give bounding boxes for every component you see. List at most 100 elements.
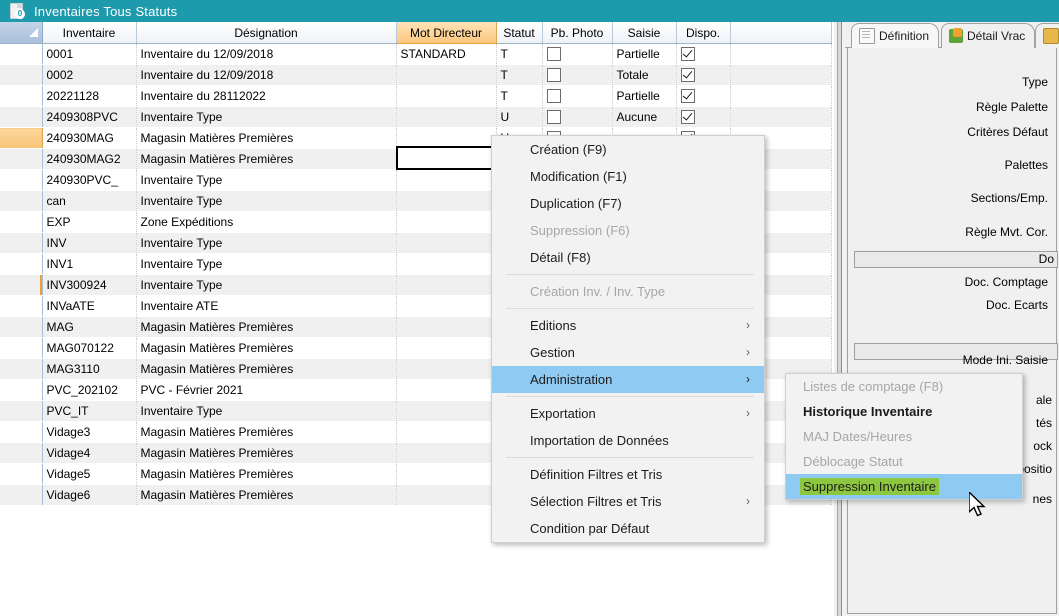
cell-designation[interactable]: Zone Expéditions: [136, 212, 396, 233]
cell-inventaire[interactable]: Vidage4: [42, 443, 136, 464]
cell-mot-directeur[interactable]: [396, 464, 496, 485]
cell-mot-directeur[interactable]: [396, 65, 496, 86]
row-selector[interactable]: [0, 380, 42, 401]
cell-filler[interactable]: [730, 65, 831, 86]
row-selector[interactable]: [0, 212, 42, 233]
cell-inventaire[interactable]: Vidage6: [42, 485, 136, 506]
menu-item-d-tail-f8[interactable]: Détail (F8): [492, 244, 764, 271]
row-selector[interactable]: [0, 128, 42, 149]
cell-mot-directeur[interactable]: [396, 191, 496, 212]
cell-designation[interactable]: Inventaire Type: [136, 107, 396, 128]
menu-item-s-lection-filtres-et-tris[interactable]: Sélection Filtres et Tris›: [492, 488, 764, 515]
cell-designation[interactable]: Inventaire du 28112022: [136, 86, 396, 107]
table-row[interactable]: 20221128Inventaire du 28112022TPartielle: [0, 86, 831, 107]
row-selector[interactable]: [0, 443, 42, 464]
tab-third[interactable]: [1035, 23, 1059, 48]
cell-mot-directeur[interactable]: [396, 86, 496, 107]
row-selector[interactable]: [0, 338, 42, 359]
row-selector[interactable]: [0, 485, 42, 506]
column-header-saisie[interactable]: Saisie: [612, 22, 676, 44]
checkbox-dispo[interactable]: [681, 68, 695, 82]
cell-inventaire[interactable]: 240930MAG: [42, 128, 136, 149]
mot-directeur-edit-input[interactable]: [396, 146, 500, 170]
menu-item-condition-par-d-faut[interactable]: Condition par Défaut: [492, 515, 764, 542]
cell-designation[interactable]: Inventaire Type: [136, 275, 396, 296]
cell-designation[interactable]: Magasin Matières Premières: [136, 464, 396, 485]
checkbox-dispo[interactable]: [681, 47, 695, 61]
cell-inventaire[interactable]: MAG: [42, 317, 136, 338]
cell-pb-photo[interactable]: [542, 107, 612, 128]
cell-dispo[interactable]: [676, 44, 730, 65]
menu-item-modification-f1[interactable]: Modification (F1): [492, 163, 764, 190]
cell-filler[interactable]: [730, 86, 831, 107]
row-selector[interactable]: [0, 170, 42, 191]
cell-inventaire[interactable]: 0001: [42, 44, 136, 65]
cell-saisie[interactable]: Aucune: [612, 107, 676, 128]
cell-designation[interactable]: Magasin Matières Premières: [136, 422, 396, 443]
cell-saisie[interactable]: Totale: [612, 65, 676, 86]
cell-pb-photo[interactable]: [542, 44, 612, 65]
table-row[interactable]: 0001Inventaire du 12/09/2018STANDARDTPar…: [0, 44, 831, 65]
cell-inventaire[interactable]: INV1: [42, 254, 136, 275]
cell-statut[interactable]: T: [496, 65, 542, 86]
cell-inventaire[interactable]: 0002: [42, 65, 136, 86]
cell-mot-directeur[interactable]: [396, 212, 496, 233]
cell-mot-directeur[interactable]: [396, 443, 496, 464]
row-selector[interactable]: [0, 359, 42, 380]
cell-dispo[interactable]: [676, 65, 730, 86]
cell-designation[interactable]: Magasin Matières Premières: [136, 338, 396, 359]
column-header-mot-directeur[interactable]: Mot Directeur: [396, 22, 496, 44]
row-selector[interactable]: [0, 401, 42, 422]
cell-statut[interactable]: U: [496, 107, 542, 128]
row-selector[interactable]: [0, 317, 42, 338]
cell-designation[interactable]: Magasin Matières Premières: [136, 317, 396, 338]
column-header-d-signation[interactable]: Désignation: [136, 22, 396, 44]
cell-filler[interactable]: [730, 44, 831, 65]
cell-dispo[interactable]: [676, 86, 730, 107]
pane-splitter[interactable]: [833, 22, 845, 616]
row-selector[interactable]: [0, 86, 42, 107]
row-selector[interactable]: [0, 275, 42, 296]
cell-designation[interactable]: Inventaire Type: [136, 254, 396, 275]
tab-detail-vrac[interactable]: Détail Vrac: [941, 23, 1035, 48]
cell-inventaire[interactable]: Vidage5: [42, 464, 136, 485]
cell-inventaire[interactable]: INVaATE: [42, 296, 136, 317]
checkbox-dispo[interactable]: [681, 110, 695, 124]
context-menu[interactable]: Création (F9)Modification (F1)Duplicatio…: [491, 135, 765, 543]
administration-submenu[interactable]: Listes de comptage (F8)Historique Invent…: [785, 373, 1023, 500]
cell-inventaire[interactable]: MAG3110: [42, 359, 136, 380]
cell-statut[interactable]: T: [496, 44, 542, 65]
menu-item-editions[interactable]: Editions›: [492, 312, 764, 339]
menu-item-cr-ation-f9[interactable]: Création (F9): [492, 136, 764, 163]
row-selector[interactable]: [0, 422, 42, 443]
cell-designation[interactable]: Inventaire Type: [136, 233, 396, 254]
cell-inventaire[interactable]: 240930MAG2: [42, 149, 136, 170]
cell-inventaire[interactable]: 20221128: [42, 86, 136, 107]
row-selector[interactable]: [0, 464, 42, 485]
cell-mot-directeur[interactable]: [396, 401, 496, 422]
cell-inventaire[interactable]: INV: [42, 233, 136, 254]
cell-mot-directeur[interactable]: [396, 254, 496, 275]
cell-designation[interactable]: Inventaire du 12/09/2018: [136, 44, 396, 65]
cell-dispo[interactable]: [676, 107, 730, 128]
cell-inventaire[interactable]: EXP: [42, 212, 136, 233]
cell-designation[interactable]: Inventaire ATE: [136, 296, 396, 317]
cell-designation[interactable]: PVC - Février 2021: [136, 380, 396, 401]
cell-statut[interactable]: T: [496, 86, 542, 107]
cell-mot-directeur[interactable]: [396, 359, 496, 380]
cell-inventaire[interactable]: PVC_IT: [42, 401, 136, 422]
cell-inventaire[interactable]: 2409308PVC: [42, 107, 136, 128]
row-selector[interactable]: [0, 296, 42, 317]
cell-mot-directeur[interactable]: [396, 380, 496, 401]
cell-inventaire[interactable]: INV300924: [42, 275, 136, 296]
cell-designation[interactable]: Inventaire du 12/09/2018: [136, 65, 396, 86]
grid-corner-button[interactable]: [0, 22, 42, 44]
menu-item-d-finition-filtres-et-tris[interactable]: Définition Filtres et Tris: [492, 461, 764, 488]
row-selector[interactable]: [0, 191, 42, 212]
checkbox-pb-photo[interactable]: [547, 68, 561, 82]
cell-mot-directeur[interactable]: [396, 296, 496, 317]
cell-filler[interactable]: [730, 107, 831, 128]
cell-mot-directeur[interactable]: [396, 275, 496, 296]
cell-designation[interactable]: Magasin Matières Premières: [136, 359, 396, 380]
cell-designation[interactable]: Magasin Matières Premières: [136, 149, 396, 170]
